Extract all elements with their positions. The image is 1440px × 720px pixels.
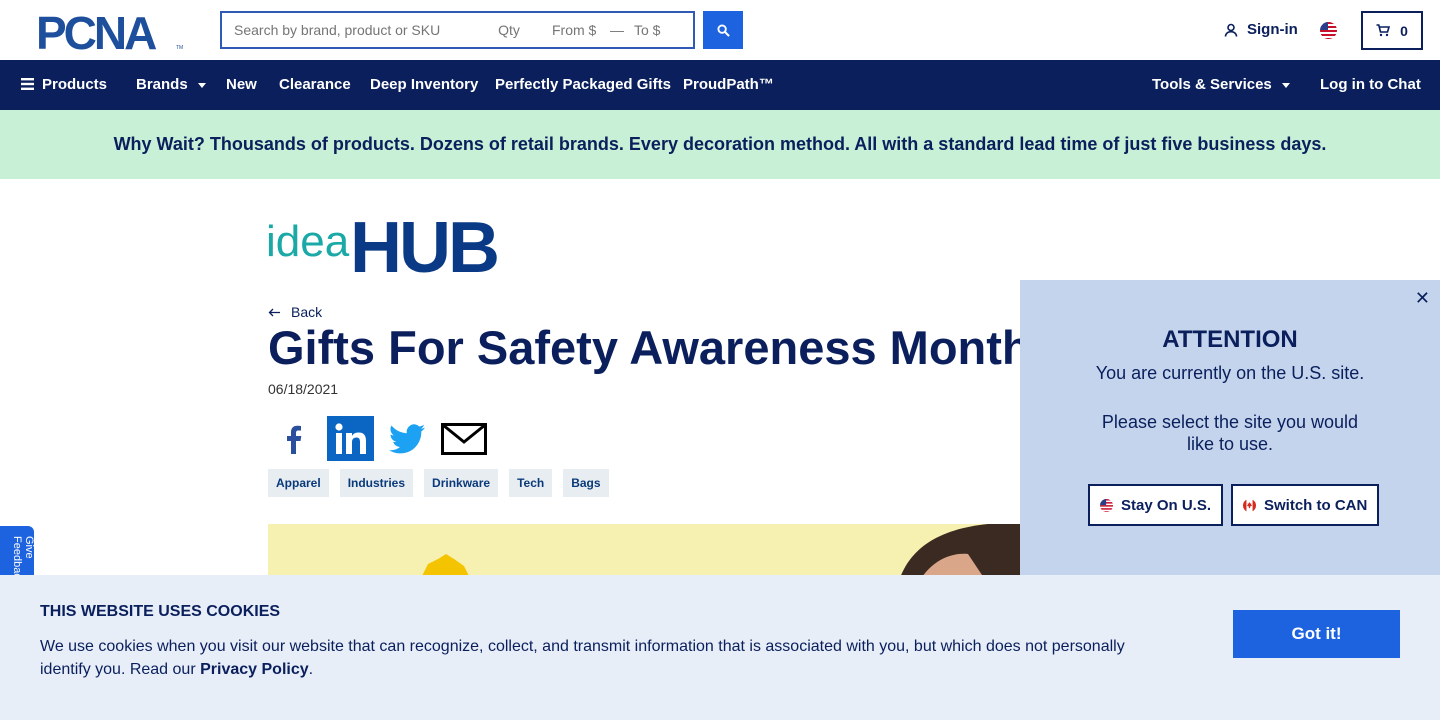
modal-text-line3: like to use. <box>1186 434 1274 454</box>
nav-products[interactable]: Products <box>21 76 107 93</box>
nav-login-chat[interactable]: Log in to Chat <box>1320 76 1421 93</box>
twitter-icon <box>389 423 425 453</box>
search-input[interactable] <box>222 13 478 47</box>
chevron-down-icon <box>1281 82 1290 88</box>
ideahub-idea-text: idea <box>266 217 350 266</box>
svg-text:TM: TM <box>176 45 183 51</box>
tag-tech[interactable]: Tech <box>509 469 553 497</box>
us-flag-icon[interactable] <box>1320 22 1337 39</box>
us-flag-icon <box>1100 498 1113 512</box>
tag-bags[interactable]: Bags <box>563 469 609 497</box>
qty-input[interactable] <box>478 13 540 47</box>
close-icon[interactable]: ✕ <box>1415 288 1430 309</box>
tag-apparel[interactable]: Apparel <box>268 469 329 497</box>
switch-can-label: Switch to CAN <box>1264 496 1368 514</box>
canada-flag-icon <box>1243 498 1256 512</box>
linkedin-share[interactable] <box>327 416 374 461</box>
pcna-logo[interactable]: PCNA TM <box>36 11 186 51</box>
nav-brands-label: Brands <box>136 76 188 93</box>
back-label: Back <box>291 304 323 320</box>
nav-brands[interactable]: Brands <box>136 76 206 93</box>
page-title: Gifts For Safety Awareness Month <box>268 321 1020 374</box>
region-modal: ✕ ATTENTION You are currently on the U.S… <box>1020 280 1440 580</box>
chevron-down-icon <box>197 82 206 88</box>
cookie-period: . <box>308 661 314 678</box>
user-icon <box>1224 23 1238 37</box>
nav-tools-label: Tools & Services <box>1152 76 1272 93</box>
promo-banner: Why Wait? Thousands of products. Dozens … <box>0 110 1440 179</box>
modal-text-line2: Please select the site you would <box>1101 412 1359 432</box>
logo-text: PCNA <box>36 11 156 51</box>
privacy-policy-link[interactable]: Privacy Policy <box>200 661 309 678</box>
cart-button[interactable]: 0 <box>1361 11 1423 50</box>
price-to-input[interactable] <box>634 13 692 47</box>
price-range-dash: — <box>610 22 624 38</box>
nav-tools-services[interactable]: Tools & Services <box>1152 76 1290 93</box>
modal-heading: ATTENTION <box>1162 326 1298 353</box>
stay-us-label: Stay On U.S. <box>1121 496 1212 514</box>
nav-new[interactable]: New <box>226 76 257 93</box>
signin-link[interactable]: Sign-in <box>1224 21 1298 38</box>
stay-us-button[interactable]: Stay On U.S. <box>1088 484 1224 526</box>
price-from-input[interactable] <box>540 13 600 47</box>
top-header: PCNA TM — Sign-in 0 <box>0 0 1440 60</box>
email-share[interactable] <box>440 416 488 461</box>
cookie-text: We use cookies when you visit our websit… <box>40 635 1150 681</box>
switch-can-button[interactable]: Switch to CAN <box>1231 484 1380 526</box>
nav-perfectly-packaged-gifts[interactable]: Perfectly Packaged Gifts <box>495 76 671 93</box>
promo-text: Why Wait? Thousands of products. Dozens … <box>113 134 1327 154</box>
tag-drinkware[interactable]: Drinkware <box>424 469 499 497</box>
twitter-share[interactable] <box>386 416 428 461</box>
cookie-banner: THIS WEBSITE USES COOKIES We use cookies… <box>0 575 1440 720</box>
facebook-icon <box>287 425 302 454</box>
main-nav: Products Brands New Clearance Deep Inven… <box>0 60 1440 110</box>
cart-icon <box>1376 24 1391 37</box>
search-icon <box>716 23 730 37</box>
nav-proudpath[interactable]: ProudPath™ <box>683 76 774 93</box>
nav-deep-inventory[interactable]: Deep Inventory <box>370 76 478 93</box>
search-bar: — <box>220 11 695 49</box>
arrow-left-icon <box>268 308 280 316</box>
tag-industries[interactable]: Industries <box>339 469 414 497</box>
got-it-button[interactable]: Got it! <box>1233 610 1400 658</box>
envelope-icon <box>441 422 487 455</box>
facebook-share[interactable] <box>272 416 316 461</box>
cart-count: 0 <box>1400 22 1408 39</box>
signin-label: Sign-in <box>1247 21 1298 38</box>
back-link[interactable]: Back <box>268 304 322 320</box>
nav-products-label: Products <box>42 76 108 93</box>
nav-clearance[interactable]: Clearance <box>279 76 351 93</box>
search-button[interactable] <box>703 11 743 49</box>
tag-list: Apparel Industries Drinkware Tech Bags <box>268 469 609 497</box>
cookie-heading: THIS WEBSITE USES COOKIES <box>40 603 281 620</box>
ideahub-hub-text: HUB <box>350 210 497 276</box>
ideahub-logo: idea HUB <box>266 210 500 276</box>
modal-text-line1: You are currently on the U.S. site. <box>1095 363 1365 383</box>
article-date: 06/18/2021 <box>268 381 339 397</box>
linkedin-icon <box>334 422 366 454</box>
menu-icon <box>21 78 34 90</box>
